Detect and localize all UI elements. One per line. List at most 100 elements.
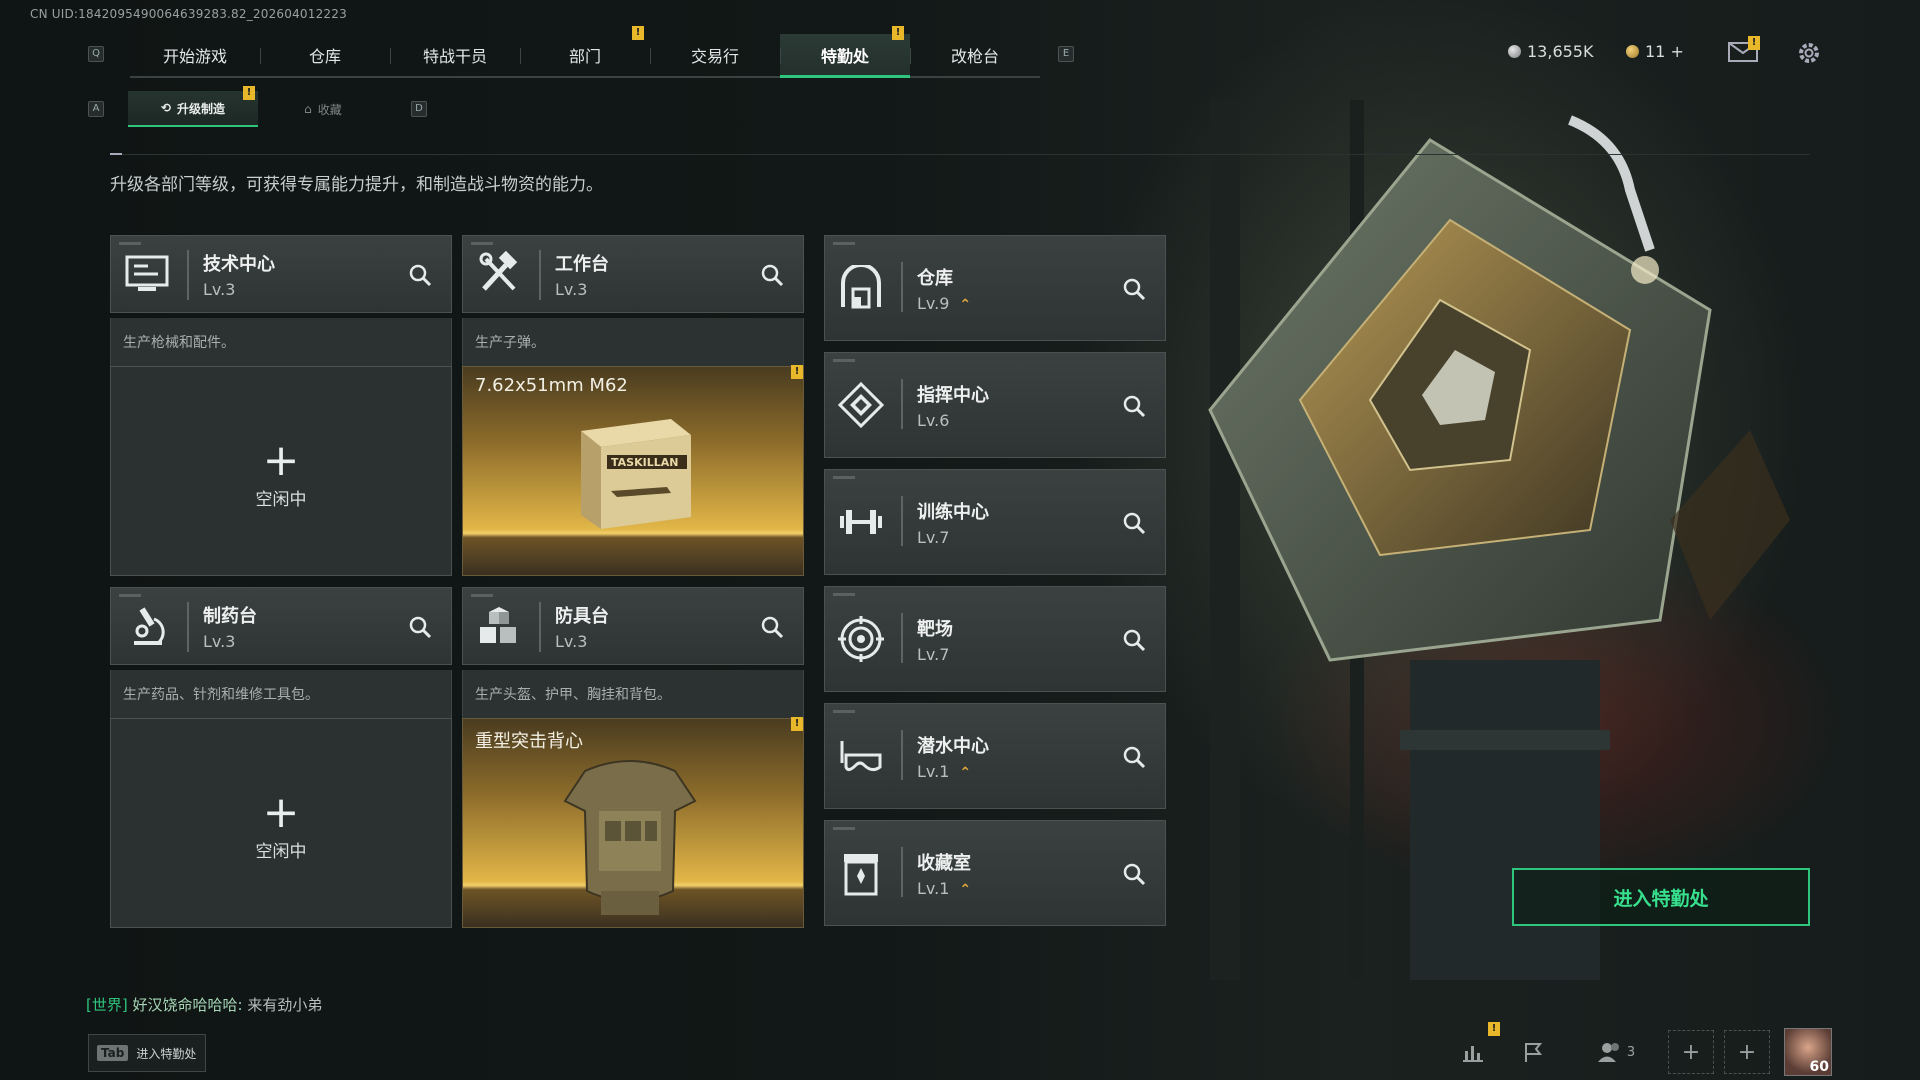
- diving-mask-icon: [835, 730, 887, 782]
- subtab-collection[interactable]: ⌂ 收藏: [258, 91, 388, 127]
- upgrade-available-icon: ⌃: [959, 882, 972, 898]
- dept-card-shooting-range[interactable]: 靶场 Lv.7: [824, 586, 1166, 692]
- card-tag: [471, 594, 493, 597]
- card-separator: [901, 379, 903, 429]
- dept-card-diving-center[interactable]: 潜水中心 Lv.1 ⌃: [824, 703, 1166, 809]
- card-separator: [901, 730, 903, 780]
- microscope-icon: [121, 600, 173, 652]
- tab-start-game[interactable]: 开始游戏: [130, 34, 260, 76]
- target-icon: [835, 613, 887, 665]
- card-separator: [187, 602, 189, 652]
- inspect-search-icon[interactable]: [407, 262, 433, 288]
- card-separator: [901, 262, 903, 312]
- add-teammate-slot-1[interactable]: +: [1668, 1030, 1714, 1074]
- world-chat-line[interactable]: [世界] 好汉饶命哈哈哈: 来有劲小弟: [86, 994, 322, 1015]
- craft-slot-armor-bench[interactable]: 重型突击背心 !: [462, 717, 804, 928]
- dept-name: 指挥中心: [917, 385, 989, 406]
- subnav-next-key[interactable]: D: [411, 101, 427, 117]
- silver-currency: 13,655K: [1508, 42, 1593, 61]
- command-center-icon: [835, 379, 887, 431]
- friends-count: 3: [1626, 1044, 1636, 1060]
- craft-slot-tech-center[interactable]: + 空闲中: [110, 366, 452, 576]
- inspect-search-icon[interactable]: [1121, 627, 1147, 653]
- player-avatar[interactable]: 60: [1784, 1028, 1832, 1076]
- subtab-upgrade-craft[interactable]: ⟲ 升级制造: [128, 91, 258, 127]
- dept-card-pharmacy[interactable]: 制药台 Lv.3: [110, 587, 452, 665]
- card-tag: [833, 242, 855, 245]
- chat-sender: 好汉饶命哈哈哈:: [132, 996, 243, 1014]
- upgrade-icon: ⟲: [160, 101, 172, 115]
- dept-level: Lv.3: [203, 280, 236, 299]
- ammo-box-label: TASKILLAN: [611, 456, 678, 469]
- nav-next-key[interactable]: E: [1058, 46, 1074, 62]
- tech-center-icon: [121, 248, 173, 300]
- page-description: 升级各部门等级，可获得专属能力提升，和制造战斗物资的能力。: [110, 175, 603, 195]
- card-tag: [119, 594, 141, 597]
- subtab-collection-label: 收藏: [317, 102, 342, 117]
- card-tag: [833, 827, 855, 830]
- dept-name: 技术中心: [203, 254, 275, 275]
- add-teammate-slot-2[interactable]: +: [1724, 1030, 1770, 1074]
- craft-slot-pharmacy[interactable]: + 空闲中: [110, 718, 452, 928]
- tab-operators[interactable]: 特战干员: [390, 34, 520, 76]
- card-tag: [833, 359, 855, 362]
- dept-level: Lv.6: [917, 411, 950, 430]
- tab-departments[interactable]: 部门: [520, 34, 650, 76]
- craft-slot-workbench[interactable]: 7.62x51mm M62 TASKILLAN !: [462, 365, 804, 576]
- subnav-prev-key[interactable]: A: [88, 101, 104, 117]
- player-uid: CN UID:1842095490064639283.82_2026040122…: [30, 7, 347, 21]
- dept-description: 生产头盔、护甲、胸挂和背包。: [462, 670, 804, 718]
- dept-card-workbench[interactable]: 工作台 Lv.3: [462, 235, 804, 313]
- inspect-search-icon[interactable]: [1121, 744, 1147, 770]
- dept-name: 靶场: [917, 619, 953, 640]
- dept-card-armor-bench[interactable]: 防具台 Lv.3: [462, 587, 804, 665]
- inspect-search-icon[interactable]: [407, 614, 433, 640]
- inspect-search-icon[interactable]: [1121, 276, 1147, 302]
- dept-card-collection-room[interactable]: 收藏室 Lv.1 ⌃: [824, 820, 1166, 926]
- inspect-search-icon[interactable]: [1121, 510, 1147, 536]
- silver-coin-icon: [1508, 45, 1521, 58]
- dept-level: Lv.3: [555, 280, 588, 299]
- settings-gear-icon[interactable]: [1796, 40, 1822, 66]
- hammer-wrench-icon: [473, 248, 525, 300]
- tab-warehouse[interactable]: 仓库: [260, 34, 390, 76]
- dept-description: 生产枪械和配件。: [110, 318, 452, 366]
- dept-name: 防具台: [555, 606, 609, 627]
- inspect-search-icon[interactable]: [1121, 861, 1147, 887]
- chat-channel: [世界]: [86, 996, 128, 1014]
- tab-special-ops[interactable]: 特勤处: [780, 34, 910, 78]
- card-tag: [833, 710, 855, 713]
- stats-chart-icon[interactable]: [1450, 1030, 1496, 1074]
- dept-level: Lv.7: [917, 645, 950, 664]
- warehouse-icon: [835, 262, 887, 314]
- inspect-search-icon[interactable]: [759, 262, 785, 288]
- dept-name: 工作台: [555, 254, 609, 275]
- mail-alert-icon: !: [1748, 36, 1760, 50]
- tab-key: Tab: [97, 1045, 129, 1061]
- flag-icon[interactable]: [1510, 1030, 1556, 1074]
- tab-shortcut-hint[interactable]: Tab 进入特勤处: [88, 1034, 206, 1072]
- inspect-search-icon[interactable]: [759, 614, 785, 640]
- dumbbell-icon: [835, 496, 887, 548]
- slot-status: 空闲中: [255, 842, 307, 862]
- tab-gunsmith[interactable]: 改枪台: [910, 34, 1040, 76]
- tab-trading[interactable]: 交易行: [650, 34, 780, 76]
- dept-name: 仓库: [917, 268, 953, 289]
- friends-button[interactable]: 3: [1586, 1030, 1646, 1074]
- dept-level-row: Lv.1 ⌃: [917, 762, 971, 781]
- upgrade-available-icon: ⌃: [959, 297, 972, 313]
- dept-level: Lv.7: [917, 528, 950, 547]
- inspect-search-icon[interactable]: [1121, 393, 1147, 419]
- special-ops-alert-icon: !: [892, 26, 904, 40]
- dept-card-tech-center[interactable]: 技术中心 Lv.3: [110, 235, 452, 313]
- section-divider: [110, 153, 1810, 155]
- special-ops-cube-scene: [1208, 100, 1790, 980]
- enter-special-ops-button[interactable]: 进入特勤处: [1512, 868, 1810, 926]
- dept-card-training-center[interactable]: 训练中心 Lv.7: [824, 469, 1166, 575]
- slot-alert-icon: !: [791, 717, 803, 731]
- gold-currency[interactable]: 11 +: [1626, 42, 1684, 61]
- dept-card-warehouse[interactable]: 仓库 Lv.9 ⌃: [824, 235, 1166, 341]
- card-separator: [901, 847, 903, 897]
- dept-card-command-center[interactable]: 指挥中心 Lv.6: [824, 352, 1166, 458]
- nav-prev-key[interactable]: Q: [88, 46, 104, 62]
